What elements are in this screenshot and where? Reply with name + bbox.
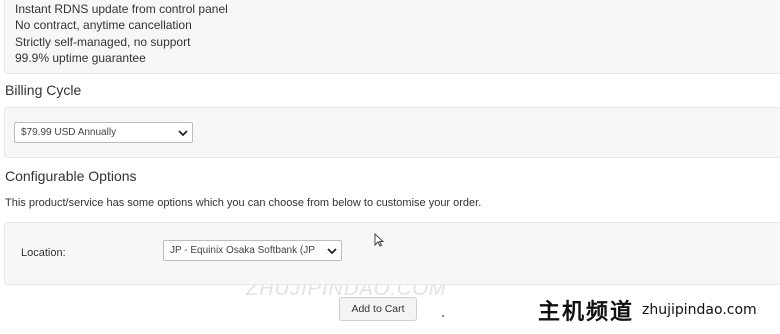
order-config-page: 主机频道 每日更新 ZHUJIPINDAO.COM 主机频道 每日更新 ZHUJ… [0,0,780,334]
stray-dot [442,315,444,317]
chevron-down-icon [178,129,188,136]
feature-item: Instant RDNS update from control panel [15,2,228,16]
feature-item: 99.9% uptime guarantee [15,50,146,65]
feature-list: Instant RDNS update from control panel N… [15,1,228,66]
add-to-cart-button[interactable]: Add to Cart [339,297,417,321]
configurable-options-heading: Configurable Options [5,168,137,184]
location-value: JP - Equinix Osaka Softbank (JP [170,245,315,256]
billing-cycle-select[interactable]: $79.99 USD Annually [14,122,193,143]
site-brand-overlay: 主机频道 zhujipindao.com [520,285,780,334]
configurable-options-description: This product/service has some options wh… [5,197,482,209]
billing-cycle-heading: Billing Cycle [5,82,82,98]
configurable-options-panel [4,222,780,285]
location-label: Location: [21,247,66,259]
mouse-cursor-icon [374,233,384,247]
location-select[interactable]: JP - Equinix Osaka Softbank (JP [163,240,342,261]
feature-item: Strictly self-managed, no support [15,34,191,49]
feature-item: No contract, anytime cancellation [15,18,192,33]
brand-name-en: zhujipindao.com [642,301,757,318]
chevron-down-icon [327,247,337,254]
brand-name-cn: 主机频道 [538,299,635,325]
billing-cycle-value: $79.99 USD Annually [21,127,117,138]
